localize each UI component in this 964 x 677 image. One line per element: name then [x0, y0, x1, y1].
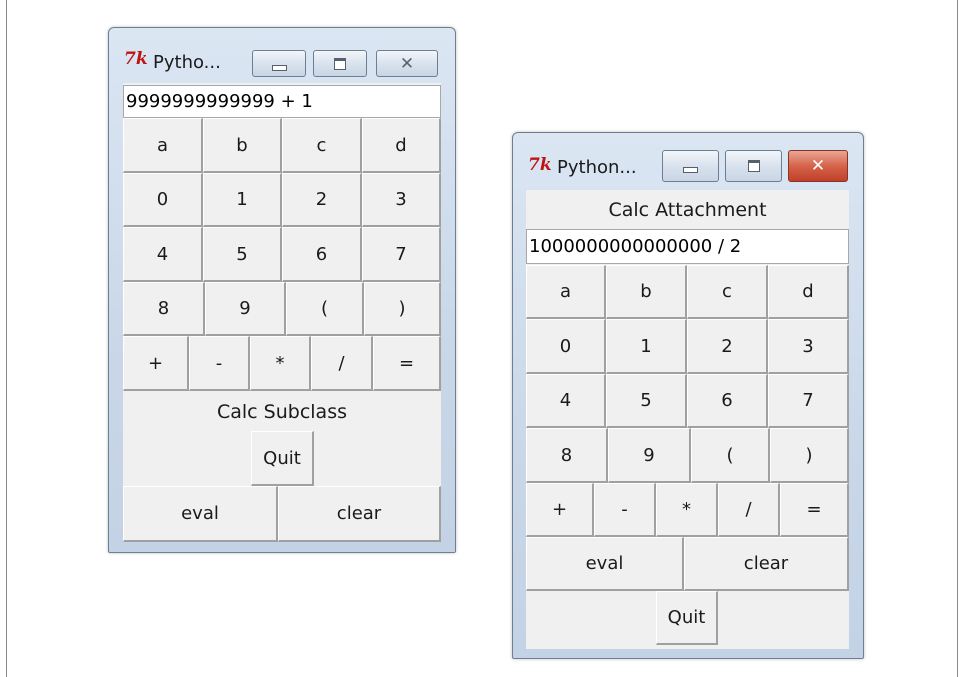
window-client-area: Calc Attachment 1000000000000000 / 2 a b… — [526, 190, 849, 649]
key-6-button[interactable]: 6 — [282, 227, 362, 282]
key-5-button[interactable]: 5 — [606, 374, 687, 428]
calc-subclass-caption: Calc Subclass — [216, 401, 347, 423]
key-rparen-button[interactable]: ) — [770, 428, 849, 483]
close-button[interactable]: ✕ — [376, 50, 438, 77]
minimize-button[interactable] — [252, 50, 306, 77]
maximize-button[interactable] — [313, 50, 367, 77]
page-border-right — [957, 0, 958, 677]
key-b-button[interactable]: b — [606, 265, 687, 319]
key-b-button[interactable]: b — [203, 118, 282, 173]
window-title: Python... — [557, 157, 637, 178]
close-button[interactable]: ✕ — [788, 150, 848, 182]
key-4-button[interactable]: 4 — [526, 374, 606, 428]
key-c-button[interactable]: c — [687, 265, 768, 319]
calc-subclass-window: 7k Pytho... ✕ 9999999999999 + 1 a b c d … — [108, 27, 456, 553]
key-multiply-button[interactable]: * — [250, 336, 311, 391]
key-0-button[interactable]: 0 — [123, 173, 203, 227]
calc-attachment-window: 7k Python... ✕ Calc Attachment 100000000… — [512, 132, 864, 659]
key-8-button[interactable]: 8 — [526, 428, 608, 483]
title-bar[interactable]: 7k Python... ✕ — [513, 133, 863, 185]
key-equals-button[interactable]: = — [373, 336, 441, 391]
key-d-button[interactable]: d — [362, 118, 441, 173]
key-divide-button[interactable]: / — [718, 483, 780, 537]
key-7-button[interactable]: 7 — [768, 374, 849, 428]
key-1-button[interactable]: 1 — [203, 173, 282, 227]
maximize-button[interactable] — [725, 150, 782, 182]
key-d-button[interactable]: d — [768, 265, 849, 319]
key-plus-button[interactable]: + — [526, 483, 594, 537]
key-2-button[interactable]: 2 — [282, 173, 362, 227]
page-border-left — [6, 0, 7, 677]
key-3-button[interactable]: 3 — [362, 173, 441, 227]
maximize-icon — [747, 160, 760, 172]
quit-button[interactable]: Quit — [251, 431, 314, 486]
key-1-button[interactable]: 1 — [606, 319, 687, 374]
clear-button[interactable]: clear — [684, 537, 849, 591]
expression-entry[interactable]: 1000000000000000 / 2 — [526, 229, 849, 264]
window-client-area: 9999999999999 + 1 a b c d 0 1 2 3 4 5 6 … — [123, 83, 441, 542]
key-minus-button[interactable]: - — [594, 483, 656, 537]
close-icon: ✕ — [810, 156, 826, 176]
key-7-button[interactable]: 7 — [362, 227, 441, 282]
window-title: Pytho... — [153, 52, 221, 73]
key-2-button[interactable]: 2 — [687, 319, 768, 374]
key-lparen-button[interactable]: ( — [691, 428, 770, 483]
key-lparen-button[interactable]: ( — [286, 282, 364, 336]
close-icon: ✕ — [399, 53, 415, 74]
key-3-button[interactable]: 3 — [768, 319, 849, 374]
key-multiply-button[interactable]: * — [656, 483, 718, 537]
key-a-button[interactable]: a — [123, 118, 203, 173]
minimize-icon — [271, 64, 287, 71]
key-a-button[interactable]: a — [526, 265, 606, 319]
minimize-icon — [683, 167, 698, 173]
key-0-button[interactable]: 0 — [526, 319, 606, 374]
expression-entry[interactable]: 9999999999999 + 1 — [123, 85, 441, 118]
maximize-icon — [334, 57, 346, 70]
calc-attachment-caption: Calc Attachment — [608, 199, 767, 221]
tk-feather-icon: 7k — [124, 49, 148, 69]
tk-feather-icon: 7k — [528, 155, 552, 175]
eval-button[interactable]: eval — [123, 486, 278, 542]
key-equals-button[interactable]: = — [780, 483, 849, 537]
quit-button[interactable]: Quit — [656, 591, 718, 645]
key-rparen-button[interactable]: ) — [364, 282, 441, 336]
key-8-button[interactable]: 8 — [123, 282, 205, 336]
key-minus-button[interactable]: - — [189, 336, 250, 391]
key-6-button[interactable]: 6 — [687, 374, 768, 428]
key-plus-button[interactable]: + — [123, 336, 189, 391]
key-5-button[interactable]: 5 — [203, 227, 282, 282]
key-divide-button[interactable]: / — [311, 336, 373, 391]
key-4-button[interactable]: 4 — [123, 227, 203, 282]
key-9-button[interactable]: 9 — [205, 282, 286, 336]
minimize-button[interactable] — [662, 150, 719, 182]
key-c-button[interactable]: c — [282, 118, 362, 173]
eval-button[interactable]: eval — [526, 537, 684, 591]
title-bar[interactable]: 7k Pytho... ✕ — [109, 28, 455, 80]
key-9-button[interactable]: 9 — [608, 428, 691, 483]
clear-button[interactable]: clear — [278, 486, 441, 542]
